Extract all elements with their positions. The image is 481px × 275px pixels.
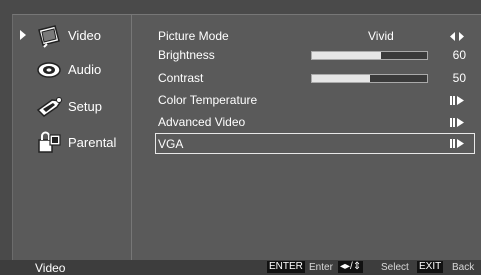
picture-mode-label: Picture Mode <box>158 29 229 43</box>
enter-key-label: Enter <box>309 262 333 273</box>
vga-label: VGA <box>158 137 184 151</box>
submenu-arrow-icon <box>450 118 464 127</box>
select-key-label: Select <box>381 262 409 273</box>
navigation-key-badge: ◂▸/⇕ <box>338 261 364 273</box>
monitor-icon <box>38 25 60 48</box>
sidebar-item-setup[interactable]: Setup <box>13 92 131 122</box>
back-key-label: Back <box>452 262 475 273</box>
brightness-label: Brightness <box>158 48 215 62</box>
selection-pointer-icon <box>20 30 26 40</box>
color-temperature-label: Color Temperature <box>158 93 258 107</box>
exit-key-badge: EXIT <box>417 261 444 273</box>
sidebar-item-video[interactable]: Video <box>13 21 131 51</box>
vga-row[interactable]: VGA <box>155 133 475 154</box>
sidebar: Video Audio Setup Parental <box>13 15 132 261</box>
status-bar: Video ENTER Enter ◂▸/⇕ Select EXIT Back <box>0 260 481 275</box>
tv-osd-screen: Video Audio Setup Parental Picture Mode … <box>0 0 481 275</box>
lock-icon <box>38 131 61 153</box>
sidebar-item-label: Audio <box>68 62 102 77</box>
submenu-arrow-icon <box>450 139 464 148</box>
contrast-slider[interactable] <box>311 74 428 83</box>
sidebar-item-label: Setup <box>68 99 102 114</box>
contrast-slider-fill <box>312 75 370 82</box>
sidebar-item-audio[interactable]: Audio <box>13 55 131 85</box>
sidebar-item-parental[interactable]: Parental <box>13 128 131 158</box>
contrast-label: Contrast <box>158 71 204 85</box>
current-section-label: Video <box>35 261 66 275</box>
contrast-row[interactable]: Contrast 50 <box>156 69 474 87</box>
menu-frame: Video Audio Setup Parental Picture Mode … <box>12 14 481 261</box>
brightness-value: 60 <box>452 48 466 62</box>
sidebar-item-label: Parental <box>68 135 117 150</box>
sidebar-item-label: Video <box>68 28 102 43</box>
advanced-video-row[interactable]: Advanced Video <box>156 113 474 131</box>
speaker-icon <box>37 62 61 78</box>
settings-panel: Picture Mode Vivid Brightness 60 Contras… <box>144 15 480 261</box>
submenu-arrow-icon <box>450 96 464 105</box>
advanced-video-label: Advanced Video <box>158 115 246 129</box>
left-right-arrows-icon <box>450 32 464 41</box>
brightness-slider-fill <box>312 52 381 59</box>
picture-mode-value: Vivid <box>368 29 394 43</box>
contrast-value: 50 <box>452 71 466 85</box>
picture-mode-row[interactable]: Picture Mode Vivid <box>156 27 474 45</box>
color-temperature-row[interactable]: Color Temperature <box>156 91 474 109</box>
enter-key-badge: ENTER <box>267 261 305 273</box>
wrench-icon <box>36 97 63 117</box>
brightness-row[interactable]: Brightness 60 <box>156 46 474 64</box>
brightness-slider[interactable] <box>311 51 428 60</box>
